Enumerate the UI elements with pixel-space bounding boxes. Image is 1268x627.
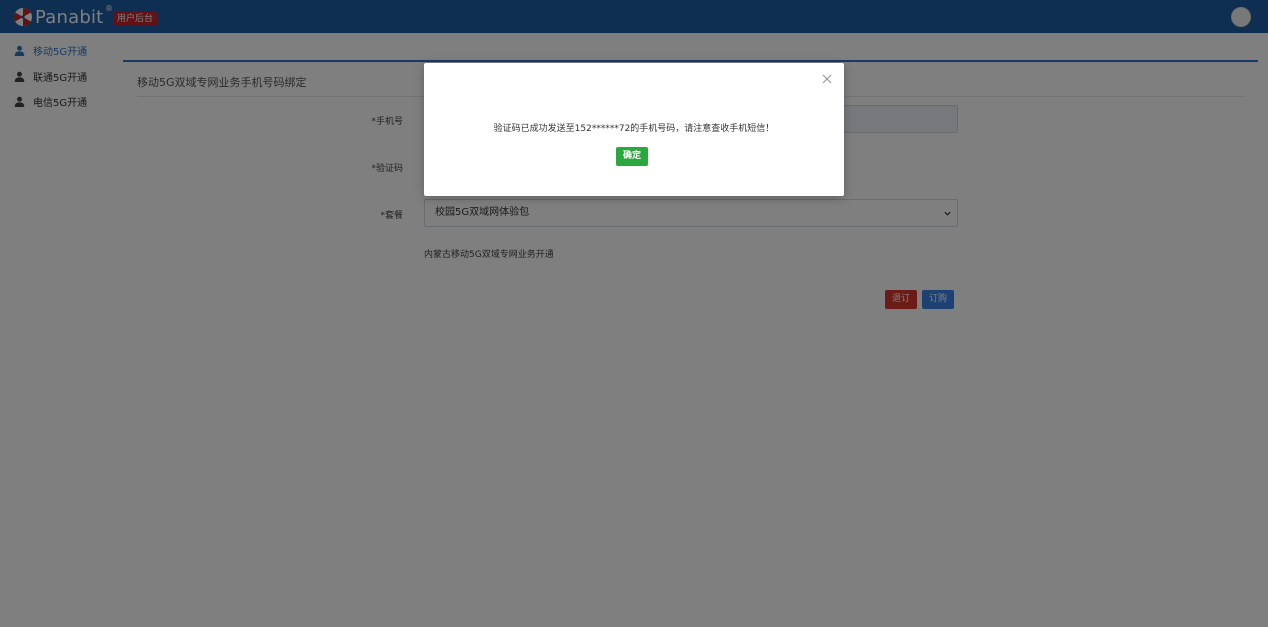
- close-icon[interactable]: [820, 72, 834, 86]
- confirm-button[interactable]: 确定: [616, 147, 648, 166]
- dialog-message: 验证码已成功发送至152******72的手机号码，请注意查收手机短信！: [493, 124, 775, 134]
- sms-sent-dialog: 验证码已成功发送至152******72的手机号码，请注意查收手机短信！ 确定: [424, 63, 844, 196]
